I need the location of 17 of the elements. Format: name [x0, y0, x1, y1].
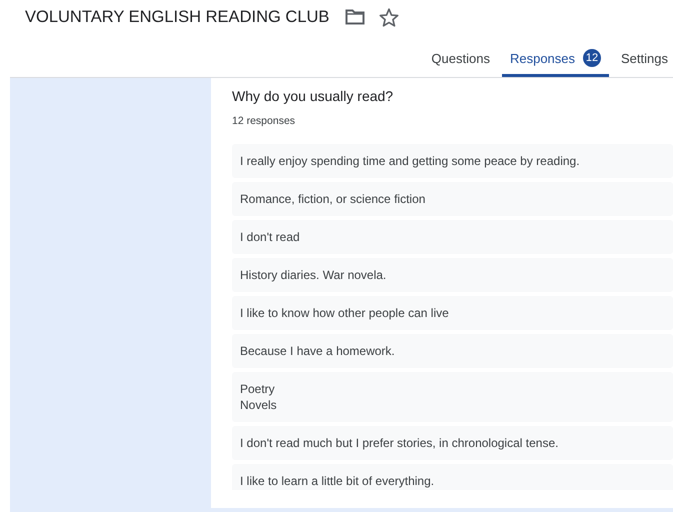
form-title: VOLUNTARY ENGLISH READING CLUB	[25, 8, 330, 26]
tab[interactable]: Settings	[613, 34, 673, 77]
folder-icon[interactable]	[345, 9, 366, 25]
response-item: History diaries. War novela.	[232, 258, 673, 292]
tab[interactable]: Questions	[423, 34, 498, 77]
question-title: Why do you usually read?	[232, 88, 394, 106]
response-item: I don't read	[232, 220, 673, 254]
response-item: Poetry Novels	[232, 372, 673, 422]
response-item: I don't read much but I prefer stories, in chronological tense.	[232, 426, 673, 460]
response-item: I like to know how other people can live	[232, 296, 673, 330]
count-badge: 12	[583, 49, 602, 67]
response-item: I like to learn a little bit of everything.	[232, 464, 673, 490]
response-item: I really enjoy spending time and getting some peace by reading.	[232, 144, 673, 178]
response-count: 12 responses	[232, 114, 296, 129]
star-icon[interactable]	[379, 8, 400, 26]
response-item: Romance, fiction, or science fiction	[232, 182, 673, 216]
response-item: Because I have a homework.	[232, 334, 673, 368]
